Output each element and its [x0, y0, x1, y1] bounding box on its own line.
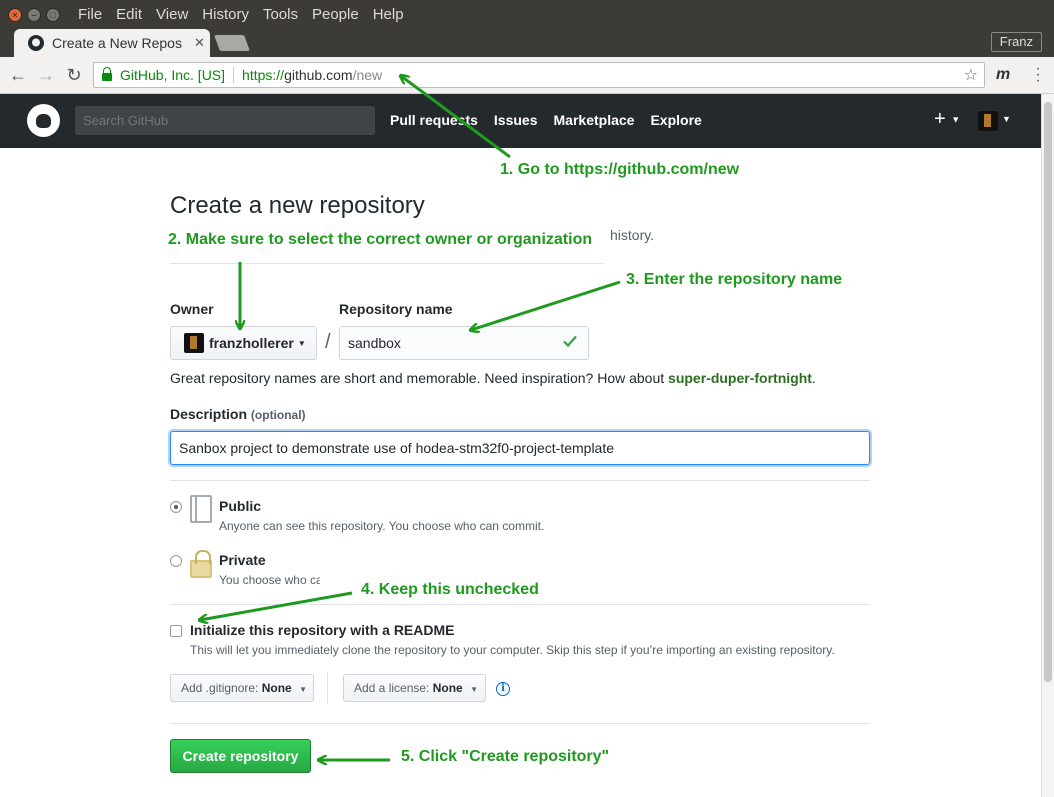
owner-repo-separator: / [325, 331, 331, 353]
extension-icon[interactable]: m [996, 66, 1010, 84]
tab-close-icon[interactable]: ✕ [194, 35, 205, 51]
menu-history[interactable]: History [202, 6, 249, 23]
nav-explore[interactable]: Explore [650, 112, 701, 128]
window-controls: × – □ [8, 7, 60, 22]
owner-dropdown[interactable]: franzhollerer ▼ [170, 326, 317, 360]
chevron-down-icon: ▼ [470, 685, 478, 694]
annotation-step-3: 3. Enter the repository name [626, 271, 843, 288]
public-title: Public [219, 498, 262, 514]
repo-name-label: Repository name [339, 301, 453, 317]
reload-icon[interactable]: ↻ [64, 65, 84, 85]
license-prefix: Add a license: [354, 681, 430, 695]
browser-menu-icon[interactable]: · · · [1034, 61, 1042, 89]
repo-name-hint: Great repository names are short and mem… [170, 370, 816, 386]
address-bar[interactable]: GitHub, Inc. [US] https:// github.com /n… [93, 62, 985, 88]
browser-tab[interactable]: Create a New Repos ✕ [14, 29, 210, 57]
menu-file[interactable]: File [78, 6, 102, 23]
annotation-step-4: 4. Keep this unchecked [361, 581, 539, 598]
readme-label[interactable]: Initialize this repository with a README [190, 622, 454, 638]
window-maximize-icon[interactable]: □ [46, 7, 60, 22]
window-close-icon[interactable]: × [8, 7, 22, 22]
description-divider [170, 480, 870, 481]
bookmark-star-icon[interactable]: ☆ [964, 65, 978, 85]
app-menu: File Edit View History Tools People Help [78, 6, 404, 23]
user-avatar[interactable] [978, 111, 998, 131]
owner-avatar [184, 333, 204, 353]
chevron-down-icon: ▼ [297, 338, 306, 348]
github-search-input[interactable] [75, 106, 375, 135]
private-radio[interactable] [170, 555, 182, 567]
check-icon [563, 335, 577, 348]
chevron-down-icon: ▼ [299, 685, 307, 694]
public-note: Anyone can see this repository. You choo… [219, 519, 545, 533]
nav-issues[interactable]: Issues [494, 112, 538, 128]
menu-people[interactable]: People [312, 6, 359, 23]
browser-toolbar: ← → ↻ GitHub, Inc. [US] https:// github.… [0, 57, 1054, 94]
license-value: None [432, 681, 463, 695]
create-new-menu[interactable]: + ▼ [934, 108, 960, 131]
repository-name-input[interactable]: sandbox [339, 326, 589, 360]
owner-label: Owner [170, 301, 214, 317]
description-label: Description (optional) [170, 406, 306, 422]
scrollbar-thumb[interactable] [1044, 102, 1052, 682]
annotation-step-1: 1. Go to https://github.com/new [500, 161, 740, 178]
lock-icon [190, 550, 212, 578]
annotation-step-2: 2. Make sure to select the correct owner… [168, 231, 593, 248]
github-favicon-icon [28, 35, 44, 51]
url-path: /new [352, 67, 383, 83]
optional-tag: (optional) [250, 408, 306, 422]
gitignore-prefix: Add .gitignore: [181, 681, 259, 695]
public-radio[interactable] [170, 501, 182, 513]
new-tab-button[interactable] [214, 35, 250, 51]
page-title: Create a new repository [170, 192, 425, 219]
back-arrow-icon[interactable]: ← [8, 65, 28, 85]
gitignore-select[interactable]: Add .gitignore: None ▼ [170, 674, 314, 702]
address-divider [233, 67, 235, 83]
secure-lock-icon [102, 67, 112, 81]
info-icon[interactable]: i [496, 682, 510, 696]
actions-divider [170, 723, 870, 724]
menu-edit[interactable]: Edit [116, 6, 142, 23]
annotation-step-5: 5. Click "Create repository" [401, 748, 610, 765]
nav-marketplace[interactable]: Marketplace [554, 112, 635, 128]
nav-pull-requests[interactable]: Pull requests [390, 112, 478, 128]
url-host: github.com [284, 67, 353, 83]
subhead-description: history. [610, 227, 655, 243]
plus-icon: + [934, 108, 946, 130]
github-nav: Pull requests Issues Marketplace Explore [390, 112, 702, 128]
hint-end: . [811, 370, 816, 386]
menu-help[interactable]: Help [373, 6, 404, 23]
private-note: You choose who ca [219, 573, 323, 587]
gitignore-value: None [261, 681, 292, 695]
window-minimize-icon[interactable]: – [27, 7, 41, 22]
forward-arrow-icon[interactable]: → [36, 65, 56, 85]
repo-book-icon [190, 495, 212, 523]
tab-strip: Create a New Repos ✕ Franz [0, 29, 1054, 57]
create-repository-button[interactable]: Create repository [170, 739, 311, 773]
readme-checkbox[interactable] [170, 625, 182, 637]
private-title: Private [219, 552, 266, 568]
license-select[interactable]: Add a license: None ▼ [343, 674, 486, 702]
security-label: GitHub, Inc. [US] [120, 67, 226, 83]
profile-button[interactable]: Franz [990, 32, 1042, 52]
menu-view[interactable]: View [156, 6, 188, 23]
os-menu-bar: × – □ File Edit View History Tools Peopl… [0, 0, 1054, 29]
name-suggestion-link[interactable]: super-duper-fortnight [668, 370, 812, 386]
github-logo-icon[interactable] [27, 104, 60, 137]
select-divider [327, 672, 328, 704]
menu-tools[interactable]: Tools [263, 6, 298, 23]
arrow-step-3 [471, 280, 621, 330]
page-scrollbar[interactable] [1041, 94, 1054, 797]
owner-value: franzhollerer [209, 335, 294, 351]
tab-title: Create a New Repos [52, 35, 182, 51]
description-input[interactable]: Sanbox project to demonstrate use of hod… [170, 431, 870, 465]
hint-text: Great repository names are short and mem… [170, 370, 669, 386]
avatar-chevron-down-icon[interactable]: ▼ [1002, 114, 1011, 124]
github-header: Pull requests Issues Marketplace Explore… [0, 94, 1041, 148]
readme-note: This will let you immediately clone the … [190, 643, 835, 657]
chevron-down-icon: ▼ [951, 114, 961, 125]
visibility-divider [170, 604, 870, 605]
url-scheme: https:// [242, 67, 285, 83]
description-label-text: Description [170, 406, 248, 422]
